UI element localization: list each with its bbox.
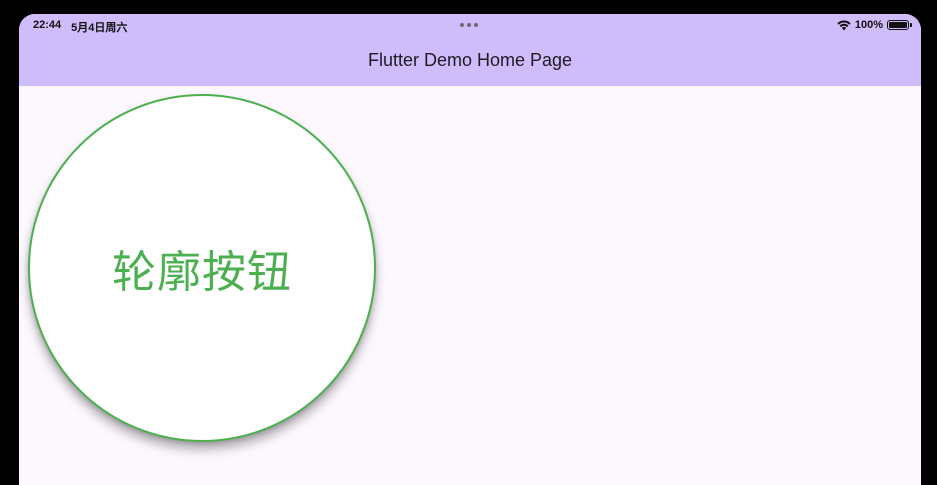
multitasking-dots-icon[interactable] [460, 23, 478, 27]
battery-percent: 100% [854, 19, 883, 31]
app-bar-title: Flutter Demo Home Page [367, 50, 573, 70]
status-bar: 22:44 5月4日周六 100% [19, 14, 921, 38]
dot [467, 23, 471, 27]
status-right: 100% [837, 19, 912, 31]
battery-icon [887, 20, 912, 30]
outline-button[interactable]: 轮廓按钮 [28, 94, 376, 442]
status-time: 22:44 [33, 19, 62, 31]
app-bar: 22:44 5月4日周六 100% Flutter Demo Home Page [19, 14, 921, 86]
battery-fill [889, 22, 907, 28]
wifi-icon [837, 19, 851, 31]
status-date: 5月4日周六 [71, 22, 128, 34]
status-left: 22:44 5月4日周六 [33, 19, 127, 35]
device-screen: 22:44 5月4日周六 100% Flutter Demo Home Page… [19, 14, 921, 485]
outline-button-label: 轮廓按钮 [112, 247, 292, 298]
dot [474, 23, 478, 27]
dot [460, 23, 464, 27]
